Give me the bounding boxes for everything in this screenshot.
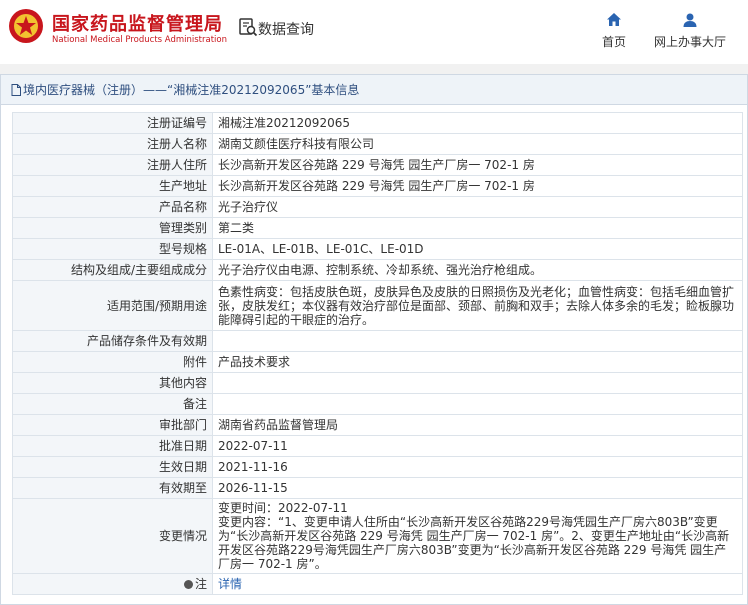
registration-info-table: 注册证编号 湘械注准20212092065 注册人名称 湖南艾颜佳医疗科技有限公司 …: [12, 112, 743, 595]
field-value: 2021-11-16: [212, 456, 743, 478]
field-value: 产品技术要求: [212, 351, 743, 373]
table-row: 有效期至 2026-11-15: [12, 477, 743, 499]
field-value: 湖南艾颜佳医疗科技有限公司: [212, 133, 743, 155]
info-panel: 境内医疗器械（注册）——“湘械注准20212092065”基本信息 注册证编号湘…: [0, 74, 748, 605]
table-row: 管理类别 第二类: [12, 217, 743, 239]
agency-name-en: National Medical Products Administration: [52, 35, 227, 45]
field-value: LE-01A、LE-01B、LE-01C、LE-01D: [212, 238, 743, 260]
field-value: 第二类: [212, 217, 743, 239]
field-label: 变更情况: [12, 498, 213, 574]
field-value: 2022-07-11: [212, 435, 743, 457]
nav-online-office[interactable]: 网上办事大厅: [650, 12, 730, 50]
field-label: 附件: [12, 351, 213, 373]
panel-title: 境内医疗器械（注册）——“湘械注准20212092065”基本信息: [1, 75, 747, 105]
field-label: 型号规格: [12, 238, 213, 260]
user-icon: [683, 13, 697, 27]
table-row: 变更情况 变更时间：2022-07-11 变更内容：“1、变更申请人住所由“长沙高…: [12, 498, 743, 574]
field-value: 长沙高新开发区谷苑路 229 号海凭 园生产厂房一 702-1 房: [212, 154, 743, 176]
table-row: 生产地址 长沙高新开发区谷苑路 229 号海凭 园生产厂房一 702-1 房: [12, 175, 743, 197]
table-row: 结构及组成/主要组成成分 光子治疗仪由电源、控制系统、冷却系统、强光治疗枪组成。: [12, 259, 743, 281]
field-label: 备注: [12, 393, 213, 415]
table-row: 产品储存条件及有效期: [12, 330, 743, 352]
table-row: 注册人名称 湖南艾颜佳医疗科技有限公司: [12, 133, 743, 155]
field-value: 2026-11-15: [212, 477, 743, 499]
field-label: 生产地址: [12, 175, 213, 197]
field-value: 湘械注准20212092065: [212, 112, 743, 134]
table-row: 附件 产品技术要求: [12, 351, 743, 373]
details-link[interactable]: 详情: [218, 577, 242, 591]
data-query-icon: [239, 18, 258, 37]
field-value: 光子治疗仪: [212, 196, 743, 218]
home-icon: [607, 13, 621, 26]
field-label: 注册人住所: [12, 154, 213, 176]
field-label: 有效期至: [12, 477, 213, 499]
table-row: 产品名称 光子治疗仪: [12, 196, 743, 218]
field-value: 湖南省药品监督管理局: [212, 414, 743, 436]
field-value: 色素性病变：包括皮肤色斑，皮肤异色及皮肤的日照损伤及光老化；血管性病变：包括毛细…: [212, 280, 743, 331]
field-value: [212, 372, 743, 394]
table-row: 其他内容: [12, 372, 743, 394]
note-label-text: 注: [194, 577, 207, 591]
field-value: 长沙高新开发区谷苑路 229 号海凭 园生产厂房一 702-1 房: [212, 175, 743, 197]
nav-home[interactable]: 首页: [598, 12, 630, 50]
table-row: 适用范围/预期用途 色素性病变：包括皮肤色斑，皮肤异色及皮肤的日照损伤及光老化；血…: [12, 280, 743, 331]
table-row: 批准日期 2022-07-11: [12, 435, 743, 457]
table-row: 备注: [12, 393, 743, 415]
nav-online-office-label: 网上办事大厅: [653, 35, 726, 49]
panel-title-text: 境内医疗器械（注册）——“湘械注准20212092065”基本信息: [23, 83, 360, 97]
field-value: 光子治疗仪由电源、控制系统、冷却系统、强光治疗枪组成。: [212, 259, 743, 281]
field-label: 适用范围/预期用途: [12, 280, 213, 331]
note-label: 注: [12, 573, 213, 595]
field-label: 生效日期: [12, 456, 213, 478]
field-label: 批准日期: [12, 435, 213, 457]
data-query-label[interactable]: 数据查询: [258, 19, 314, 39]
pin-icon: [183, 580, 193, 589]
agency-name-cn[interactable]: 国家药品监督管理局: [52, 10, 223, 36]
nav-home-label: 首页: [601, 35, 626, 49]
field-value: [212, 393, 743, 415]
field-label: 产品名称: [12, 196, 213, 218]
field-label: 注册证编号: [12, 112, 213, 134]
field-label: 管理类别: [12, 217, 213, 239]
note-value: 详情: [212, 573, 743, 595]
field-value: [212, 330, 743, 352]
table-row: 注册人住所 长沙高新开发区谷苑路 229 号海凭 园生产厂房一 702-1 房: [12, 154, 743, 176]
field-label: 注册人名称: [12, 133, 213, 155]
table-row: 审批部门 湖南省药品监督管理局: [12, 414, 743, 436]
table-row: 型号规格 LE-01A、LE-01B、LE-01C、LE-01D: [12, 238, 743, 260]
site-header: 国家药品监督管理局 National Medical Products Admi…: [0, 0, 748, 64]
change-record: 变更时间：2022-07-11 变更内容：“1、变更申请人住所由“长沙高新开发区…: [212, 498, 743, 574]
field-label: 产品储存条件及有效期: [12, 330, 213, 352]
national-emblem-icon: [9, 9, 43, 43]
document-icon: [11, 84, 21, 96]
table-row: 注册证编号 湘械注准20212092065: [12, 112, 743, 134]
field-label: 其他内容: [12, 372, 213, 394]
header-separator: [0, 64, 748, 74]
field-label: 审批部门: [12, 414, 213, 436]
table-row: 生效日期 2021-11-16: [12, 456, 743, 478]
note-row: 注 详情: [12, 573, 743, 595]
field-label: 结构及组成/主要组成成分: [12, 259, 213, 281]
